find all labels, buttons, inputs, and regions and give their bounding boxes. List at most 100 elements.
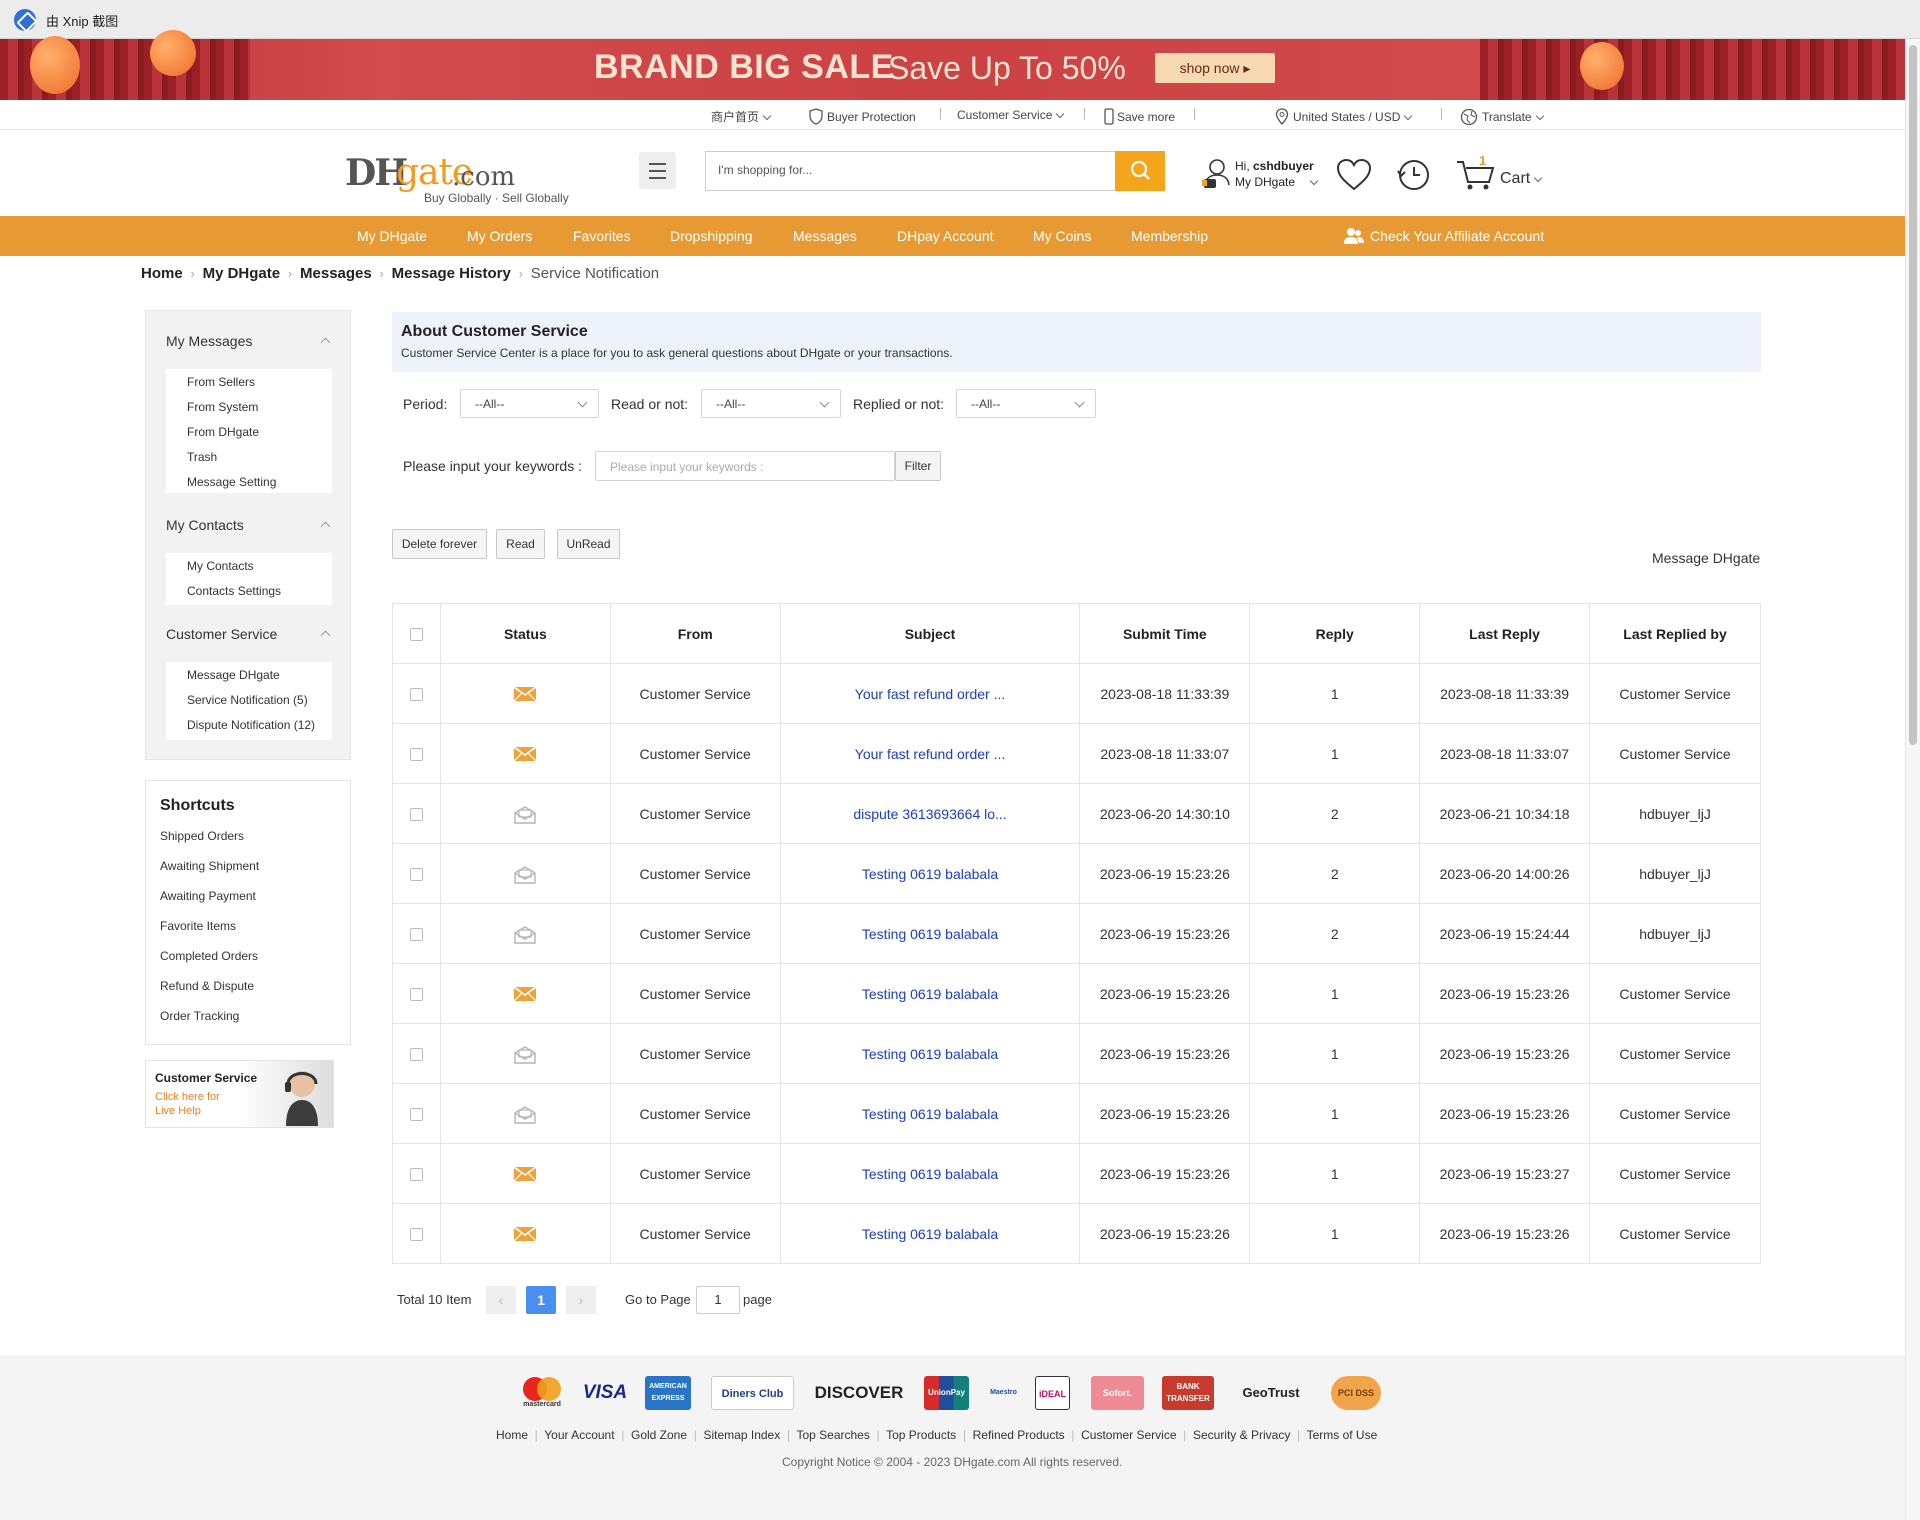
goto-page-input[interactable]: 1 [696,1286,740,1314]
sidebar-item-my-contacts[interactable]: My Contacts [187,559,254,573]
table-row[interactable]: Customer Service Your fast refund order .… [392,663,1761,724]
breadcrumb-my-dhgate[interactable]: My DHgate [203,265,281,282]
footer-link-terms-of-use[interactable]: Terms of Use [1307,1428,1378,1442]
merchant-home-link[interactable]: 商户首页 [711,108,772,125]
chevron-up-icon[interactable] [320,521,331,532]
chevron-up-icon[interactable] [320,630,331,641]
table-row[interactable]: Customer Service Testing 0619 balabala 202… [392,1203,1761,1264]
sidebar-item-dispute-notification[interactable]: Dispute Notification (12) [187,718,315,732]
heart-icon[interactable] [1335,158,1373,192]
row-checkbox[interactable] [409,1168,423,1182]
table-row[interactable]: Customer Service Your fast refund order .… [392,723,1761,784]
subject-link[interactable]: Your fast refund order ... [779,663,1081,724]
table-row[interactable]: Customer Service Testing 0619 balabala 202… [392,1023,1761,1084]
footer-link-your-account[interactable]: Your Account [544,1428,614,1442]
search-input[interactable]: I'm shopping for... [718,163,812,177]
row-checkbox[interactable] [409,928,423,942]
shortcut-awaiting-payment[interactable]: Awaiting Payment [160,889,256,903]
chevron-up-icon[interactable] [320,337,331,348]
filter-button[interactable]: Filter [895,451,941,481]
subject-link[interactable]: Your fast refund order ... [779,723,1081,784]
nav-dhpay-account[interactable]: DHpay Account [897,228,994,244]
subject-link[interactable]: Testing 0619 balabala [779,1203,1081,1264]
cart-icon[interactable] [1455,156,1497,192]
page-number-current[interactable]: 1 [526,1286,556,1314]
history-clock-icon[interactable] [1396,157,1432,193]
mark-unread-button[interactable]: UnRead [557,529,620,559]
subject-link[interactable]: Testing 0619 balabala [779,1143,1081,1204]
replied-filter-select[interactable]: --All-- [956,389,1096,418]
subject-link[interactable]: dispute 3613693664 lo... [779,783,1081,844]
nav-favorites[interactable]: Favorites [573,228,631,244]
customer-service-dropdown[interactable]: Customer Service [957,108,1065,122]
row-checkbox[interactable] [409,748,423,762]
row-checkbox[interactable] [409,868,423,882]
table-row[interactable]: Customer Service Testing 0619 balabala 202… [392,843,1761,904]
category-menu-button[interactable] [639,152,676,189]
nav-membership[interactable]: Membership [1131,228,1208,244]
subject-link[interactable]: Testing 0619 balabala [779,843,1081,904]
sidebar-my-contacts-header[interactable]: My Contacts [166,517,244,533]
sidebar-item-from-sellers[interactable]: From Sellers [187,375,255,389]
shortcut-completed-orders[interactable]: Completed Orders [160,949,258,963]
sidebar-customer-service-header[interactable]: Customer Service [166,626,277,642]
sidebar-item-from-system[interactable]: From System [187,400,258,414]
table-row[interactable]: Customer Service Testing 0619 balabala 202… [392,1083,1761,1144]
buyer-protection-link[interactable]: Buyer Protection [808,108,916,125]
period-select[interactable]: --All-- [460,389,599,418]
sidebar-my-messages-header[interactable]: My Messages [166,333,252,349]
shortcut-order-tracking[interactable]: Order Tracking [160,1009,239,1023]
translate-dropdown[interactable]: Translate [1460,108,1544,126]
read-filter-select[interactable]: --All-- [701,389,841,418]
search-button[interactable] [1115,151,1165,191]
shortcut-shipped-orders[interactable]: Shipped Orders [160,829,244,843]
footer-link-security-privacy[interactable]: Security & Privacy [1193,1428,1290,1442]
affiliate-link[interactable]: Check Your Affiliate Account [1343,226,1544,246]
footer-link-gold-zone[interactable]: Gold Zone [631,1428,687,1442]
footer-link-refined-products[interactable]: Refined Products [973,1428,1065,1442]
nav-my-coins[interactable]: My Coins [1033,228,1091,244]
table-row[interactable]: Customer Service dispute 3613693664 lo...… [392,783,1761,844]
next-page-button[interactable]: › [566,1286,596,1314]
sidebar-item-contacts-settings[interactable]: Contacts Settings [187,584,281,598]
sidebar-item-message-setting[interactable]: Message Setting [187,475,276,489]
nav-messages[interactable]: Messages [793,228,857,244]
row-checkbox[interactable] [409,688,423,702]
footer-link-customer-service[interactable]: Customer Service [1081,1428,1176,1442]
footer-link-sitemap[interactable]: Sitemap Index [704,1428,781,1442]
subject-link[interactable]: Testing 0619 balabala [779,963,1081,1024]
subject-link[interactable]: Testing 0619 balabala [779,903,1081,964]
table-row[interactable]: Customer Service Testing 0619 balabala 202… [392,963,1761,1024]
user-avatar-icon[interactable] [1202,157,1230,189]
mark-read-button[interactable]: Read [496,529,545,559]
table-row[interactable]: Customer Service Testing 0619 balabala 202… [392,1143,1761,1204]
row-checkbox[interactable] [409,1228,423,1242]
save-more-link[interactable]: Save more [1104,108,1175,125]
nav-my-dhgate[interactable]: My DHgate [357,228,427,244]
sidebar-item-trash[interactable]: Trash [187,450,217,464]
row-checkbox[interactable] [409,1048,423,1062]
shortcut-refund-dispute[interactable]: Refund & Dispute [160,979,254,993]
breadcrumb-messages[interactable]: Messages [300,265,372,282]
footer-link-top-products[interactable]: Top Products [886,1428,956,1442]
subject-link[interactable]: Testing 0619 balabala [779,1083,1081,1144]
sidebar-item-service-notification[interactable]: Service Notification (5) [187,693,308,707]
table-row[interactable]: Customer Service Testing 0619 balabala 202… [392,903,1761,964]
shortcut-awaiting-shipment[interactable]: Awaiting Shipment [160,859,259,873]
subject-link[interactable]: Testing 0619 balabala [779,1023,1081,1084]
select-all-checkbox[interactable] [409,628,423,642]
nav-my-orders[interactable]: My Orders [467,228,532,244]
shortcut-favorite-items[interactable]: Favorite Items [160,919,236,933]
nav-dropshipping[interactable]: Dropshipping [670,228,753,244]
sidebar-item-message-dhgate[interactable]: Message DHgate [187,668,280,682]
sidebar-item-from-dhgate[interactable]: From DHgate [187,425,259,439]
cart-dropdown[interactable]: Cart [1500,170,1543,188]
footer-link-top-searches[interactable]: Top Searches [796,1428,869,1442]
row-checkbox[interactable] [409,1108,423,1122]
region-currency-dropdown[interactable]: United States / USD [1275,108,1413,125]
keyword-input[interactable]: Please input your keywords : [595,451,895,481]
my-dhgate-dropdown[interactable]: My DHgate [1235,175,1319,189]
breadcrumb-home[interactable]: Home [141,265,183,282]
scrollbar-thumb[interactable] [1909,45,1917,745]
prev-page-button[interactable]: ‹ [486,1286,516,1314]
